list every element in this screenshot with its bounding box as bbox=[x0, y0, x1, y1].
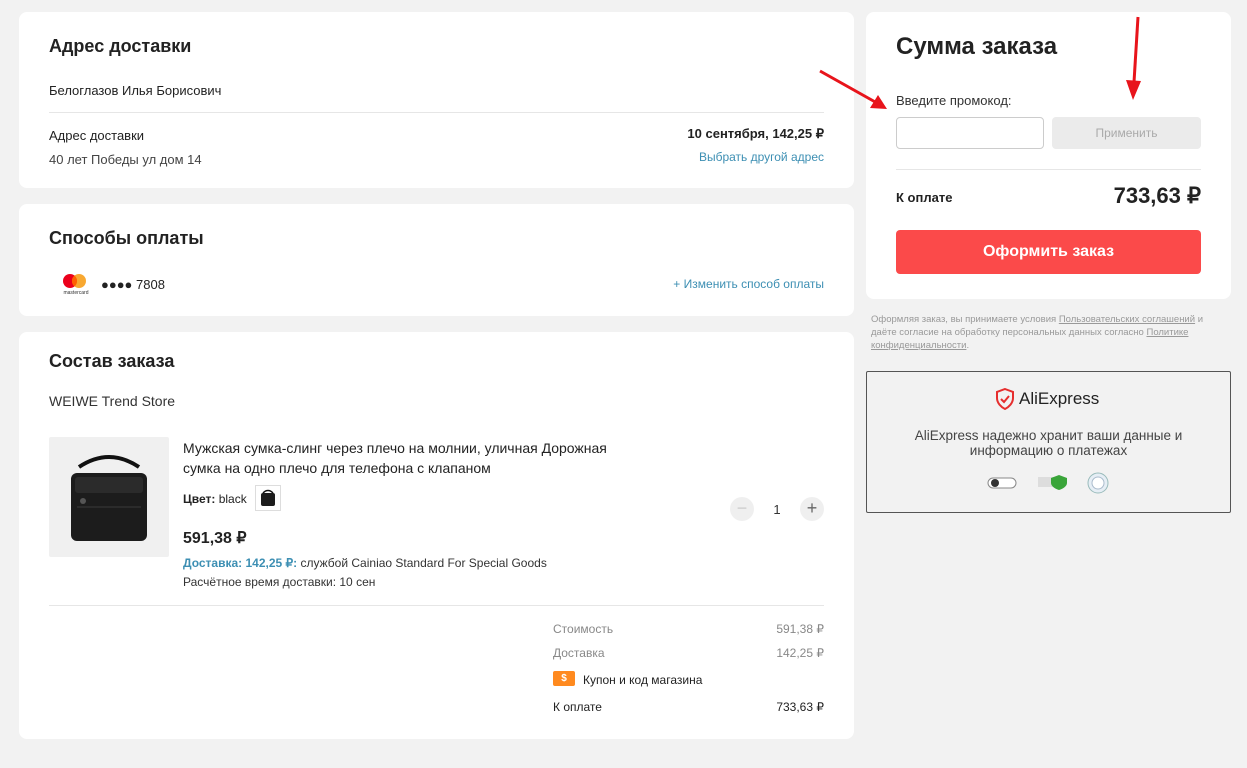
cost-value: 591,38 ₽ bbox=[776, 622, 824, 636]
address-value: 40 лет Победы ул дом 14 bbox=[49, 152, 202, 167]
payment-methods-card: Способы оплаты mastercard ●●●● 7808 + Из… bbox=[19, 204, 854, 316]
apply-promo-button[interactable]: Применить bbox=[1052, 117, 1201, 149]
product-image[interactable] bbox=[49, 437, 169, 557]
order-summary-card: Сумма заказа Введите промокод: Применить… bbox=[866, 12, 1231, 299]
cost-label: Стоимость bbox=[553, 622, 614, 636]
product-color: Цвет: black bbox=[183, 492, 247, 506]
quantity-decrease-button[interactable]: − bbox=[730, 497, 754, 521]
store-name[interactable]: WEIWE Trend Store bbox=[49, 393, 175, 409]
mastercard-icon: mastercard bbox=[57, 272, 93, 298]
user-agreement-link[interactable]: Пользовательских соглашений bbox=[1059, 314, 1195, 325]
security-text: AliExpress надежно хранит ваши данные и … bbox=[867, 428, 1230, 458]
divider bbox=[896, 169, 1201, 170]
verified-badge-icon bbox=[1037, 473, 1069, 491]
product-title[interactable]: Мужская сумка-слинг через плечо на молни… bbox=[183, 438, 607, 478]
divider bbox=[49, 605, 824, 606]
promo-code-input[interactable] bbox=[896, 117, 1044, 149]
shipping-label: Доставка: 142,25 ₽: bbox=[183, 556, 298, 570]
order-total-label: К оплате bbox=[553, 700, 602, 714]
card-number: ●●●● 7808 bbox=[101, 277, 165, 292]
order-summary-title: Сумма заказа bbox=[896, 33, 1058, 60]
estimated-delivery: Расчётное время доставки: 10 сен bbox=[183, 575, 376, 589]
delivery-date-cost: 10 сентября, 142,25 ₽ bbox=[687, 126, 824, 141]
pci-badge-icon bbox=[987, 475, 1017, 491]
delivery-value: 142,25 ₽ bbox=[776, 646, 824, 660]
terms-prefix: Оформляя заказ, вы принимаете условия bbox=[871, 314, 1059, 325]
change-address-link[interactable]: Выбрать другой адрес bbox=[699, 150, 824, 164]
product-title-line2: сумка на одно плечо для телефона с клапа… bbox=[183, 460, 491, 476]
security-text-line2: информацию о платежах bbox=[969, 443, 1128, 458]
order-total-value: 733,63 ₽ bbox=[776, 700, 824, 714]
delivery-address-title: Адрес доставки bbox=[49, 36, 192, 56]
recipient-name: Белоглазов Илья Борисович bbox=[49, 83, 222, 98]
promo-code-label: Введите промокод: bbox=[896, 93, 1012, 108]
order-contents-card: Состав заказа WEIWE Trend Store Мужская … bbox=[19, 332, 854, 739]
place-order-button[interactable]: Оформить заказ bbox=[896, 230, 1201, 274]
product-price: 591,38 ₽ bbox=[183, 530, 247, 547]
product-title-line1: Мужская сумка-слинг через плечо на молни… bbox=[183, 440, 607, 456]
summary-total-value: 733,63 ₽ bbox=[1113, 183, 1201, 208]
payment-methods-title: Способы оплаты bbox=[49, 228, 204, 248]
divider bbox=[49, 112, 824, 113]
quantity-increase-button[interactable]: + bbox=[800, 497, 824, 521]
color-swatch-thumbnail[interactable] bbox=[255, 485, 281, 511]
address-label: Адрес доставки bbox=[49, 128, 145, 143]
color-value: black bbox=[218, 492, 247, 506]
coupon-link[interactable]: Купон и код магазина bbox=[583, 673, 702, 687]
quantity-value[interactable]: 1 bbox=[769, 502, 785, 517]
delivery-address-card: Адрес доставки Белоглазов Илья Борисович… bbox=[19, 12, 854, 188]
annotation-arrow-icon bbox=[1126, 16, 1141, 100]
delivery-label: Доставка bbox=[553, 646, 605, 660]
security-info-block: AliExpress AliExpress надежно хранит ваш… bbox=[866, 371, 1231, 513]
change-payment-link[interactable]: + Изменить способ оплаты bbox=[673, 277, 824, 291]
product-shipping: Доставка: 142,25 ₽: службой Cainiao Stan… bbox=[183, 556, 547, 570]
shield-check-icon bbox=[995, 387, 1015, 411]
security-text-line1: AliExpress надежно хранит ваши данные и bbox=[914, 428, 1183, 443]
annotation-arrow-icon bbox=[819, 69, 887, 109]
shipping-service: службой Cainiao Standard For Special Goo… bbox=[300, 556, 547, 570]
order-contents-title: Состав заказа bbox=[49, 351, 175, 371]
color-label: Цвет: bbox=[183, 492, 216, 506]
terms-suffix: . bbox=[966, 340, 970, 351]
summary-total-label: К оплате bbox=[896, 190, 953, 205]
card-brand-text: mastercard bbox=[63, 290, 89, 296]
terms-text: Оформляя заказ, вы принимаете условия По… bbox=[871, 313, 1221, 352]
coupon-icon: $ bbox=[553, 671, 575, 686]
aliexpress-brand: AliExpress bbox=[1019, 389, 1100, 408]
certificate-badge-icon bbox=[1087, 472, 1109, 494]
